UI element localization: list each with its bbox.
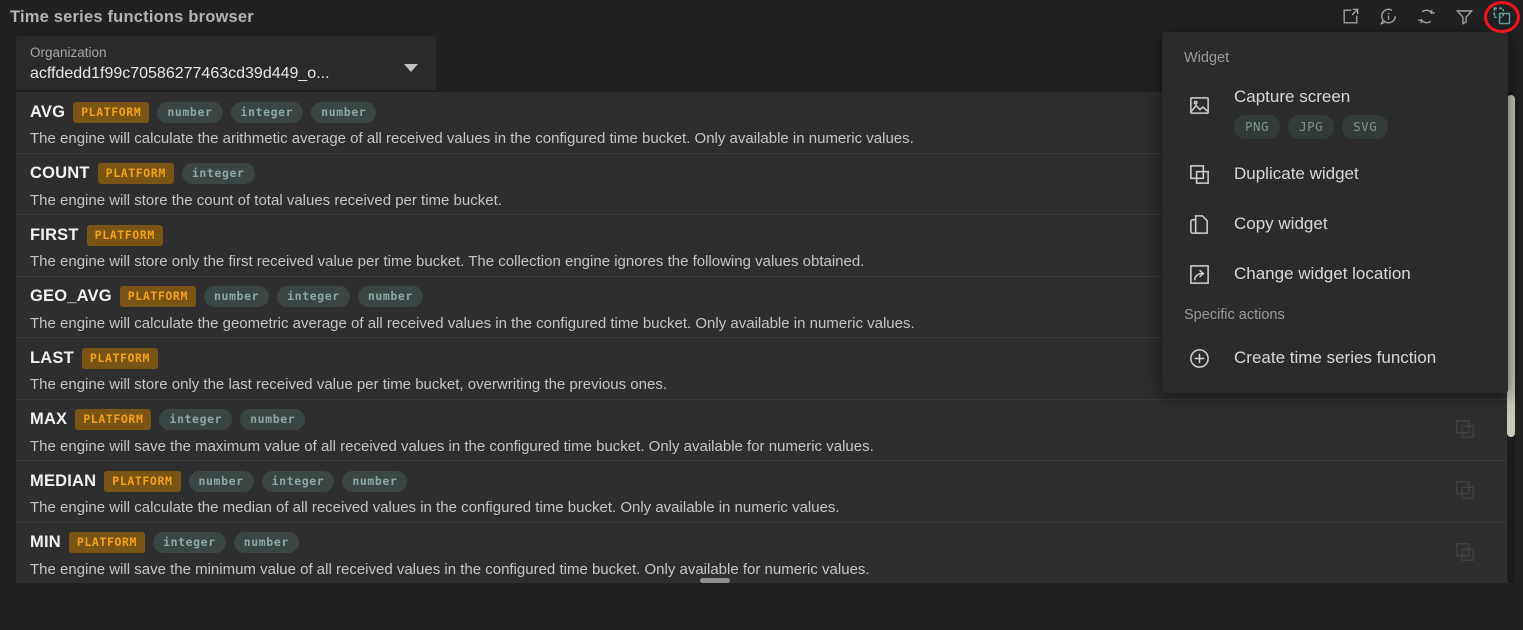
platform-badge: PLATFORM <box>86 224 163 246</box>
menu-item-capture-screen[interactable]: Capture screen PNG JPG SVG <box>1162 76 1508 149</box>
function-name: FIRST <box>30 225 79 244</box>
type-badge: number <box>157 101 223 123</box>
menu-section-widget: Widget <box>1184 50 1230 66</box>
type-badge: integer <box>230 101 304 123</box>
time-series-functions-browser-widget: Time series functions browser Organizati… <box>0 0 1523 630</box>
menu-section-specific-actions: Specific actions <box>1184 307 1285 323</box>
table-row[interactable]: MIN PLATFORM integer number The engine will … <box>16 523 1508 584</box>
table-row[interactable]: MAX PLATFORM integer number The engine will … <box>16 400 1508 461</box>
type-badge: number <box>311 101 377 123</box>
capture-format-chips: PNG JPG SVG <box>1234 115 1389 139</box>
function-name: MAX <box>30 410 68 428</box>
organization-select-value: acffdedd1f99c70586277463cd39d449_o... <box>30 65 330 82</box>
capture-format-jpg[interactable]: JPG <box>1288 115 1335 139</box>
chevron-down-icon <box>404 64 418 72</box>
menu-item-change-widget-location-label: Change widget location <box>1234 264 1411 283</box>
type-badge: integer <box>181 163 255 184</box>
row-header: MIN PLATFORM integer number <box>30 531 1508 555</box>
header-icon-group <box>1337 3 1515 29</box>
organization-select[interactable]: Organization acffdedd1f99c70586277463cd3… <box>16 36 436 90</box>
widget-header: Time series functions browser <box>0 0 1523 34</box>
page-title: Time series functions browser <box>10 7 254 26</box>
menu-item-change-widget-location[interactable]: Change widget location <box>1162 249 1508 299</box>
copy-icon[interactable] <box>1454 418 1478 442</box>
export-widget-icon[interactable] <box>1337 3 1363 29</box>
type-badge: number <box>240 409 306 430</box>
refresh-icon[interactable] <box>1413 3 1439 29</box>
row-header: MAX PLATFORM integer number <box>30 408 1508 432</box>
menu-item-duplicate-widget[interactable]: Duplicate widget <box>1162 149 1508 199</box>
table-row[interactable]: MEDIAN PLATFORM number integer number The eng… <box>16 461 1508 523</box>
info-icon[interactable] <box>1375 3 1401 29</box>
type-badge: number <box>357 286 423 307</box>
type-badge: number <box>203 286 270 307</box>
function-description: The engine will calculate the median of … <box>30 499 840 516</box>
menu-item-duplicate-widget-label: Duplicate widget <box>1234 164 1359 183</box>
platform-badge: PLATFORM <box>68 532 146 553</box>
capture-format-png[interactable]: PNG <box>1234 115 1281 139</box>
function-name: MIN <box>30 533 61 551</box>
horizontal-scrollbar-thumb[interactable] <box>700 578 730 583</box>
capture-format-svg[interactable]: SVG <box>1342 115 1389 139</box>
type-badge: integer <box>261 470 335 492</box>
platform-badge: PLATFORM <box>119 286 196 307</box>
platform-badge: PLATFORM <box>81 347 159 369</box>
function-description: The engine will save the minimum value o… <box>30 560 870 578</box>
copy-icon[interactable] <box>1454 541 1478 565</box>
platform-badge: PLATFORM <box>97 163 174 184</box>
type-badge: number <box>188 470 254 492</box>
row-header: MEDIAN PLATFORM number integer number <box>30 469 1508 493</box>
type-badge: number <box>342 470 408 492</box>
menu-item-copy-widget-label: Copy widget <box>1234 214 1328 233</box>
type-badge: integer <box>153 532 226 553</box>
function-name: LAST <box>30 348 74 367</box>
vertical-scrollbar-thumb[interactable] <box>1507 95 1515 437</box>
function-name: AVG <box>30 102 66 121</box>
move-widget-icon <box>1184 259 1214 289</box>
function-name: MEDIAN <box>30 471 97 490</box>
platform-badge: PLATFORM <box>75 409 152 430</box>
platform-badge: PLATFORM <box>104 470 181 492</box>
function-name: COUNT <box>30 164 90 182</box>
menu-item-create-time-series-function-label: Create time series function <box>1234 348 1437 367</box>
menu-item-capture-screen-label: Capture screen <box>1234 87 1351 106</box>
platform-badge: PLATFORM <box>73 101 150 123</box>
menu-item-create-time-series-function[interactable]: Create time series function <box>1162 333 1508 383</box>
type-badge: number <box>233 532 299 553</box>
function-name: GEO_AVG <box>30 287 112 305</box>
copy-icon[interactable] <box>1454 479 1478 503</box>
type-badge: integer <box>277 286 350 307</box>
duplicate-icon <box>1184 159 1214 189</box>
function-description: The engine will save the maximum value o… <box>30 437 874 455</box>
widget-actions-icon[interactable] <box>1489 3 1515 29</box>
copy-icon <box>1184 209 1214 239</box>
organization-select-label: Organization <box>30 45 107 60</box>
image-icon <box>1184 90 1214 120</box>
widget-context-menu: Widget Capture screen PNG JPG SVG Duplic… <box>1162 32 1508 393</box>
type-badge: integer <box>159 409 233 430</box>
plus-circle-icon <box>1184 343 1214 373</box>
menu-item-copy-widget[interactable]: Copy widget <box>1162 199 1508 249</box>
filter-icon[interactable] <box>1451 3 1477 29</box>
